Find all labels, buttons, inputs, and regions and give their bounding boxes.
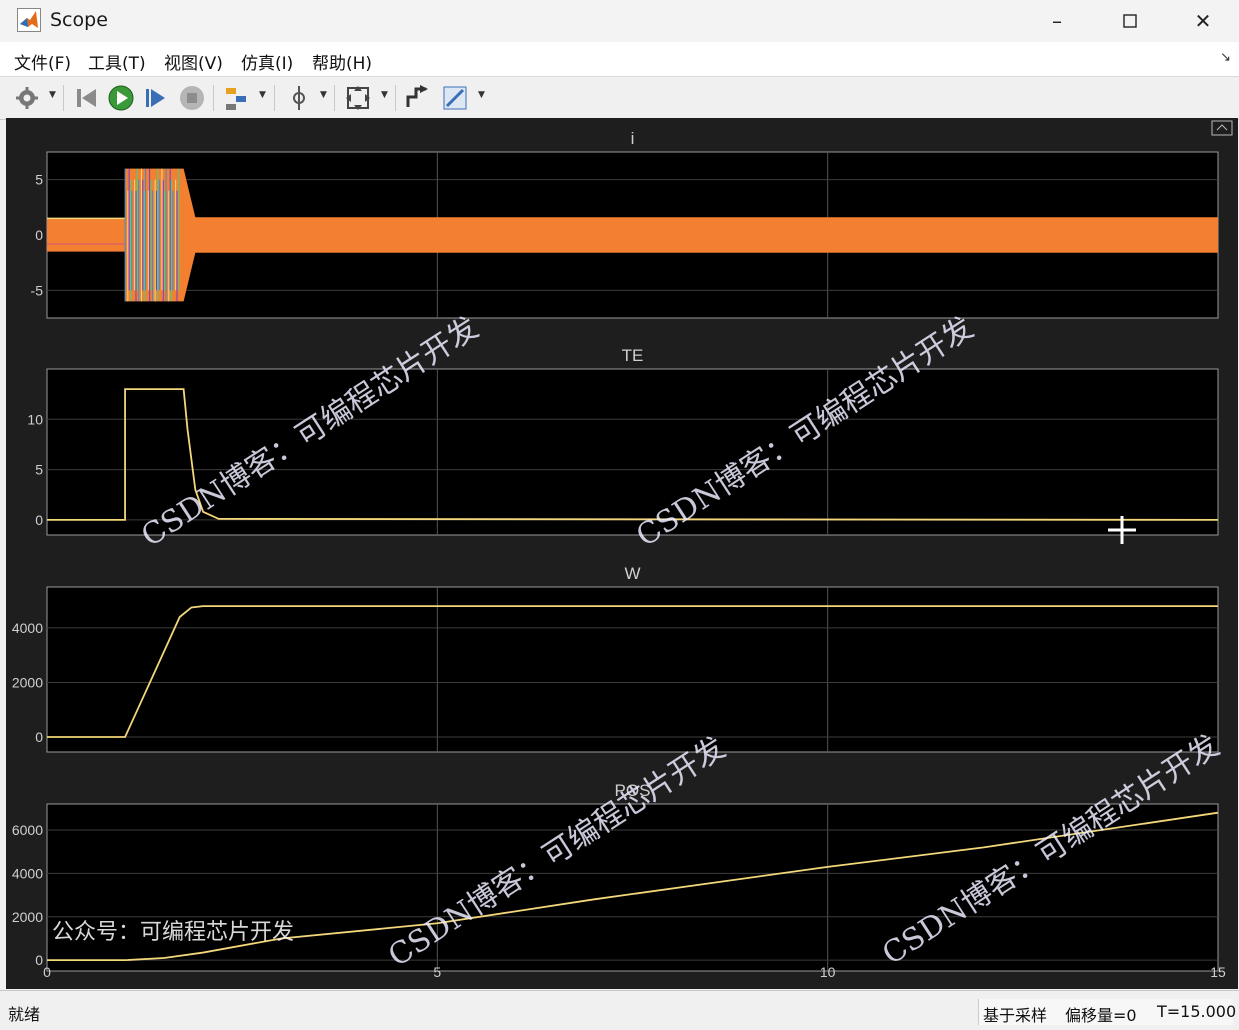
y-tick-label: 2000 <box>12 674 43 690</box>
status-time: T=15.000 <box>1157 1002 1237 1021</box>
axes-box[interactable] <box>46 803 1219 972</box>
step-forward-icon[interactable] <box>141 83 171 113</box>
toolbar-separator <box>213 85 214 111</box>
y-tick-label: 4000 <box>12 865 43 881</box>
zoom-dropdown-icon[interactable]: ▼ <box>381 90 388 100</box>
y-tick-label: 0 <box>35 729 43 745</box>
y-tick-label: 4000 <box>12 620 43 636</box>
toolbar: ▼ ▼ ▼ ▼ ▼ <box>0 76 1239 120</box>
axes-box[interactable] <box>46 368 1219 536</box>
maximize-icon <box>1123 14 1137 28</box>
style-icon[interactable] <box>440 83 470 113</box>
close-icon: ✕ <box>1194 9 1212 33</box>
menu-help[interactable]: 帮助(H) <box>312 49 372 74</box>
style-dropdown-icon[interactable]: ▼ <box>478 90 485 100</box>
minimize-icon: – <box>1052 9 1062 33</box>
plot-title: POS <box>615 781 651 800</box>
title-bar: Scope – ✕ <box>0 0 1239 42</box>
toolbar-separator <box>395 85 396 111</box>
toolbar-separator <box>274 85 275 111</box>
menu-file[interactable]: 文件(F) <box>14 49 71 74</box>
y-tick-label: -5 <box>31 282 44 298</box>
cursor-measure-icon[interactable] <box>284 83 314 113</box>
y-tick-label: 0 <box>35 952 43 968</box>
menu-view[interactable]: 视图(V) <box>164 49 223 74</box>
status-sample-mode: 基于采样 <box>983 1006 1048 1025</box>
menu-tools[interactable]: 工具(T) <box>88 49 146 74</box>
run-icon[interactable] <box>106 83 136 113</box>
minimize-button[interactable]: – <box>1027 0 1087 42</box>
measure-dropdown-icon[interactable]: ▼ <box>320 90 327 100</box>
window-title: Scope <box>50 9 108 31</box>
maximize-button[interactable] <box>1100 0 1160 42</box>
y-tick-label: 6000 <box>12 822 43 838</box>
settings-dropdown-icon[interactable]: ▼ <box>49 90 56 100</box>
toolbar-separator <box>334 85 335 111</box>
close-button[interactable]: ✕ <box>1173 0 1233 42</box>
y-tick-label: 2000 <box>12 909 43 925</box>
y-tick-label: 5 <box>35 462 43 478</box>
y-tick-label: 5 <box>35 172 43 188</box>
undock-axes-icon[interactable] <box>1211 120 1233 136</box>
axes-box[interactable] <box>46 586 1219 753</box>
restore-layout-icon[interactable] <box>402 83 432 113</box>
y-tick-label: 10 <box>27 411 43 427</box>
stop-icon[interactable] <box>177 83 207 113</box>
x-tick-label: 0 <box>43 964 51 980</box>
plot-title: W <box>624 564 640 583</box>
settings-icon[interactable] <box>12 83 42 113</box>
status-ready: 就绪 <box>8 1005 41 1024</box>
step-back-icon[interactable] <box>72 83 102 113</box>
menu-bar: 文件(F) 工具(T) 视图(V) 仿真(I) 帮助(H) ↘ <box>0 42 1239 76</box>
scope-display[interactable]: 5 0 -5 i 10 5 0 TE 4000 2000 0 W 6000 4000 2000 0 POS 0 5 1… <box>6 118 1238 989</box>
undock-arrow-icon <box>1216 124 1228 131</box>
plot-title: i <box>631 129 635 148</box>
toolbar-separator <box>63 85 64 111</box>
scope-plots: 5 0 -5 i 10 5 0 TE 4000 2000 0 W 6000 4000 2000 0 POS 0 5 1… <box>12 120 1233 980</box>
menu-simulation[interactable]: 仿真(I) <box>241 49 293 74</box>
y-tick-label: 0 <box>35 512 43 528</box>
matlab-logo-icon <box>17 8 41 32</box>
plot-title: TE <box>622 346 644 365</box>
y-tick-label: 0 <box>35 227 43 243</box>
x-tick-label: 15 <box>1210 964 1226 980</box>
x-tick-label: 10 <box>820 964 836 980</box>
status-bar: 就绪 基于采样 偏移量=0 T=15.000 <box>0 990 1239 1030</box>
status-offset: 偏移量=0 <box>1065 1006 1137 1025</box>
highlight-icon[interactable] <box>222 83 252 113</box>
x-tick-label: 5 <box>433 964 441 980</box>
undock-icon[interactable]: ↘ <box>1220 50 1231 65</box>
zoom-fit-icon[interactable] <box>343 83 373 113</box>
status-panel: 基于采样 偏移量=0 T=15.000 <box>978 999 1237 1025</box>
highlight-dropdown-icon[interactable]: ▼ <box>259 90 266 100</box>
